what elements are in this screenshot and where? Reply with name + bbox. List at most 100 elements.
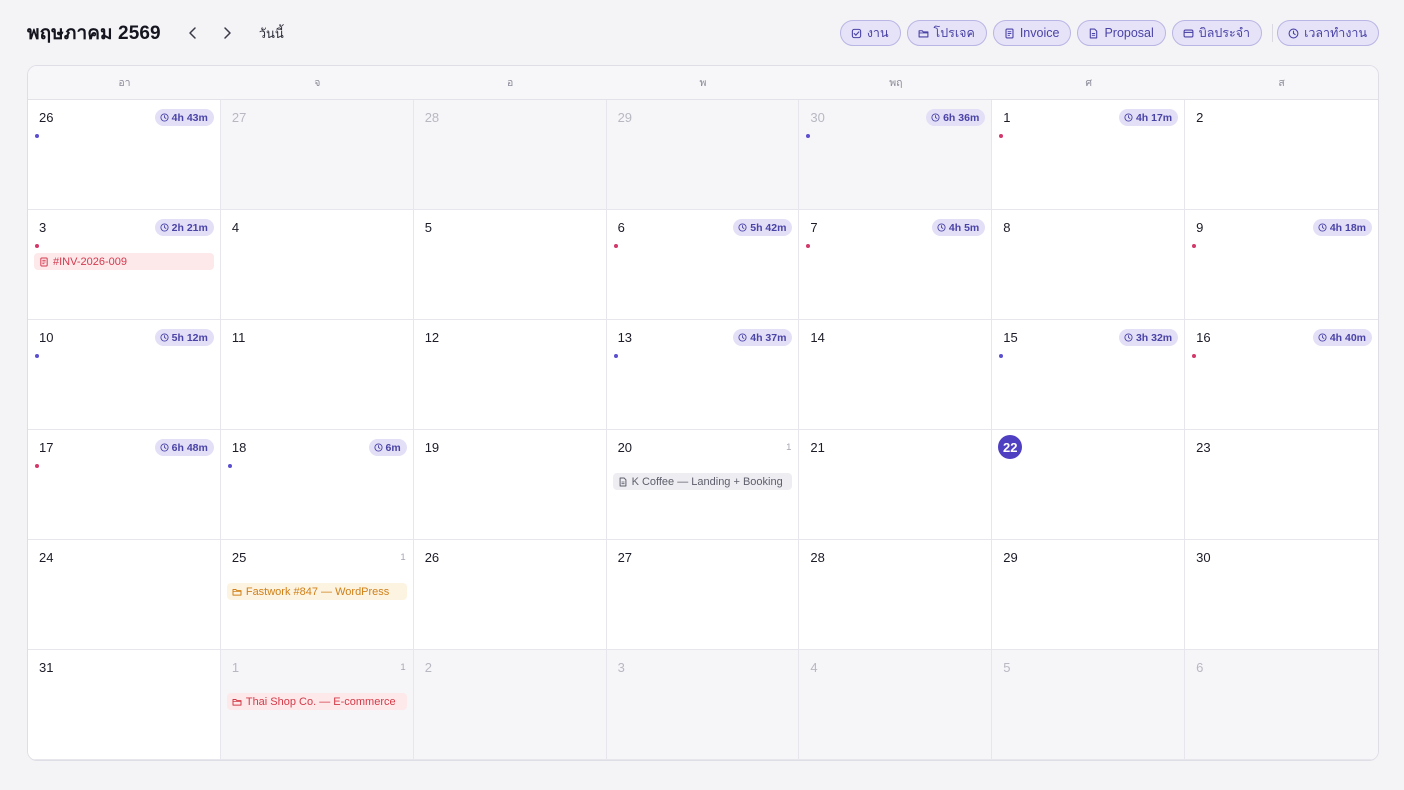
day-cell[interactable]: 8 xyxy=(992,210,1186,320)
event-project-orange[interactable]: Fastwork #847 — WordPress xyxy=(226,583,407,600)
event-project-red[interactable]: Thai Shop Co. — E-commerce xyxy=(226,693,407,710)
day-cell[interactable]: 21 xyxy=(799,430,993,540)
folder-icon xyxy=(918,29,928,38)
day-cell[interactable]: 13 4h 37m xyxy=(606,320,800,430)
weekday-label: พฤ xyxy=(889,77,903,89)
worktime-badge: 6h 36m xyxy=(926,109,986,126)
day-cell[interactable]: 16 4h 40m xyxy=(1185,320,1378,430)
activity-dot xyxy=(613,354,618,358)
day-cell[interactable]: 18 6m xyxy=(220,430,414,540)
day-cell[interactable]: 10 5h 12m xyxy=(28,320,221,430)
worktime-badge: 5h 12m xyxy=(154,329,214,346)
day-number: 4 xyxy=(810,660,818,675)
day-number: 15 xyxy=(1003,330,1018,345)
day-number: 28 xyxy=(424,110,440,125)
day-cell[interactable]: 5 xyxy=(413,210,607,320)
day-number: 14 xyxy=(810,330,825,345)
day-cell[interactable]: 7 4h 5m xyxy=(799,210,993,320)
next-month-button[interactable] xyxy=(213,19,241,47)
filter-chip-label: Proposal xyxy=(1104,26,1154,40)
month-calendar: อาจอพพฤศส 26 4h 43m 27 28 29 30 6h 36m 1 4h 17m 2… xyxy=(27,65,1379,761)
day-cell[interactable]: 1 1 Thai Shop Co. — E-commerce xyxy=(220,650,414,760)
day-number: 10 xyxy=(39,330,54,345)
day-cell[interactable]: 31 xyxy=(28,650,221,760)
day-cell[interactable]: 6 xyxy=(1185,650,1378,760)
day-cell[interactable]: 4 xyxy=(220,210,414,320)
day-cell[interactable]: 12 xyxy=(413,320,607,430)
folder-icon xyxy=(232,698,242,706)
clock-icon xyxy=(160,443,169,452)
day-cell[interactable]: 6 5h 42m xyxy=(606,210,800,320)
day-cell[interactable]: 24 xyxy=(28,540,221,650)
day-cell[interactable]: 19 xyxy=(413,430,607,540)
clock-icon xyxy=(1288,28,1299,38)
day-cell[interactable]: 4 xyxy=(799,650,993,760)
day-cell[interactable]: 26 xyxy=(413,540,607,650)
filter-chip-worktime[interactable]: เวลาทำงาน xyxy=(1277,20,1379,46)
worktime-badge: 4h 18m xyxy=(1312,219,1372,236)
filter-chip-tasks[interactable]: งาน xyxy=(839,20,901,46)
day-number: 25 xyxy=(231,550,247,565)
day-number: 6 xyxy=(1196,660,1204,675)
day-cell[interactable]: 25 1 Fastwork #847 — WordPress xyxy=(220,540,414,650)
clock-icon xyxy=(160,113,169,122)
day-cell[interactable]: 23 xyxy=(1185,430,1378,540)
day-cell[interactable]: 15 3h 32m xyxy=(992,320,1186,430)
weekday-label: จ xyxy=(314,77,321,89)
day-cell[interactable]: 29 xyxy=(992,540,1186,650)
clock-icon xyxy=(931,113,940,122)
day-cell[interactable]: 28 xyxy=(413,100,607,210)
event-label: Fastwork #847 — WordPress xyxy=(245,585,390,598)
filter-chip-projects[interactable]: โปรเจค xyxy=(906,20,987,46)
day-cell[interactable]: 3 2h 21m #INV-2026-009 xyxy=(28,210,221,320)
day-number: 28 xyxy=(810,550,825,565)
filter-chip-recurring-bills[interactable]: บิลประจำ xyxy=(1171,20,1263,46)
day-number: 5 xyxy=(424,220,432,235)
worktime-value: 5h 42m xyxy=(750,221,787,234)
day-cell[interactable]: 2 xyxy=(1185,100,1378,210)
event-proposal[interactable]: K Coffee — Landing + Booking xyxy=(612,473,793,490)
day-cell[interactable]: 20 1 K Coffee — Landing + Booking xyxy=(606,430,800,540)
day-cell[interactable]: 27 xyxy=(220,100,414,210)
day-cell[interactable]: 27 xyxy=(606,540,800,650)
today-button[interactable]: วันนี้ xyxy=(259,23,284,44)
clock-icon xyxy=(937,223,946,232)
day-number: 19 xyxy=(424,440,440,455)
clock-icon xyxy=(160,333,169,342)
clock-icon xyxy=(1124,333,1133,342)
day-cell[interactable]: 2 xyxy=(413,650,607,760)
event-invoice[interactable]: #INV-2026-009 xyxy=(34,253,214,270)
filter-divider xyxy=(1272,24,1274,42)
worktime-value: 4h 5m xyxy=(948,221,980,234)
clock-icon xyxy=(738,223,747,232)
worktime-value: 4h 37m xyxy=(750,331,787,344)
day-cell[interactable]: 9 4h 18m xyxy=(1185,210,1378,320)
day-cell[interactable]: 30 6h 36m xyxy=(799,100,993,210)
activity-dot xyxy=(1192,244,1197,248)
day-cell[interactable]: 3 xyxy=(606,650,800,760)
filter-chip-label: บิลประจำ xyxy=(1198,26,1251,40)
day-cell[interactable]: 17 6h 48m xyxy=(28,430,221,540)
day-number: 23 xyxy=(1196,440,1211,455)
day-cell[interactable]: 28 xyxy=(799,540,993,650)
day-number: 3 xyxy=(39,220,47,235)
day-cell[interactable]: 22 xyxy=(992,430,1186,540)
day-cell[interactable]: 11 xyxy=(220,320,414,430)
day-number: 21 xyxy=(810,440,825,455)
day-cell[interactable]: 14 xyxy=(799,320,993,430)
day-cell[interactable]: 30 xyxy=(1185,540,1378,650)
chevron-right-icon xyxy=(223,27,231,39)
day-number: 7 xyxy=(810,220,818,235)
weekday-label: ส xyxy=(1278,77,1285,89)
day-number: 29 xyxy=(617,110,633,125)
activity-dot xyxy=(999,354,1004,358)
day-cell[interactable]: 5 xyxy=(992,650,1186,760)
day-cell[interactable]: 1 4h 17m xyxy=(992,100,1186,210)
day-cell[interactable]: 26 4h 43m xyxy=(28,100,221,210)
day-cell[interactable]: 29 xyxy=(606,100,800,210)
prev-month-button[interactable] xyxy=(179,19,207,47)
event-label: Thai Shop Co. — E-commerce xyxy=(245,695,396,708)
day-number: 1 xyxy=(1003,110,1011,125)
filter-chip-invoice[interactable]: Invoice xyxy=(992,20,1072,46)
filter-chip-proposal[interactable]: Proposal xyxy=(1077,20,1166,46)
